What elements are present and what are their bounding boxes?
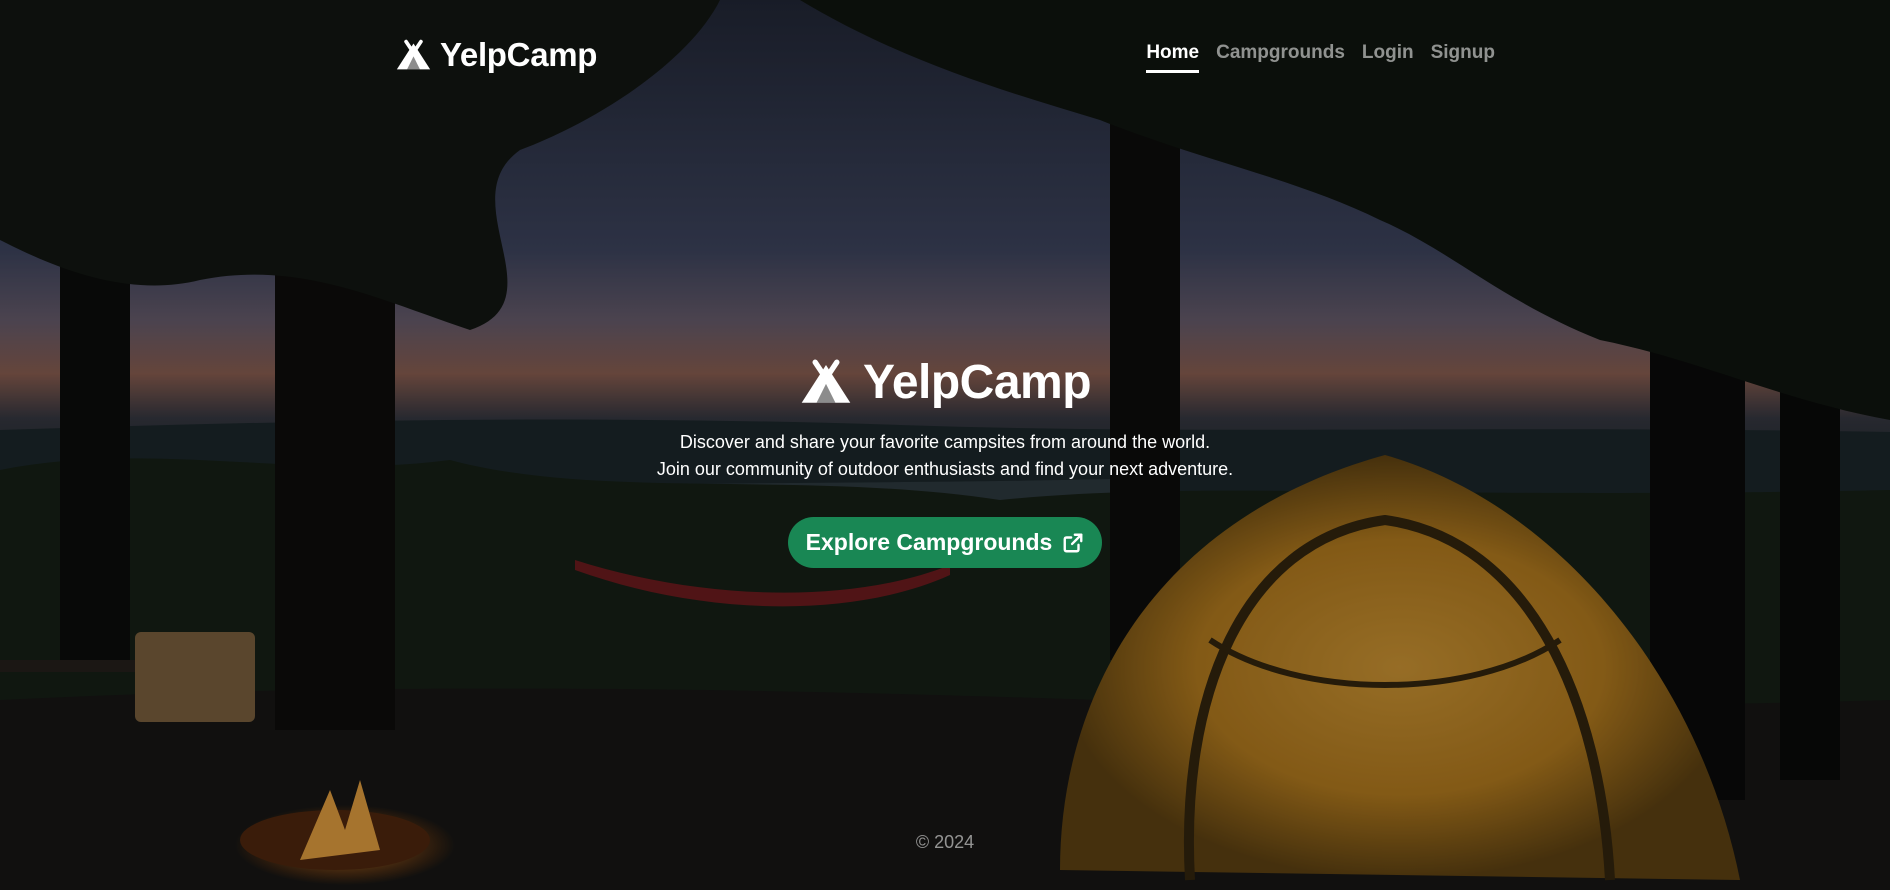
hero-section: YelpCamp Discover and share your favorit…: [0, 355, 1890, 568]
footer: © 2024: [0, 832, 1890, 853]
external-link-icon: [1063, 533, 1083, 552]
top-navbar: YelpCamp Home Campgrounds Login Signup: [0, 0, 1890, 110]
nav-login-link[interactable]: Login: [1362, 42, 1414, 73]
hero-line-2: Join our community of outdoor enthusiast…: [656, 459, 1234, 479]
nav-signup-link[interactable]: Signup: [1431, 42, 1495, 73]
nav-campgrounds-link[interactable]: Campgrounds: [1216, 42, 1345, 73]
hero-line-1: Discover and share your favorite campsit…: [679, 432, 1211, 452]
explore-campgrounds-button[interactable]: Explore Campgrounds: [787, 517, 1103, 568]
cta-label: Explore Campgrounds: [805, 529, 1053, 555]
nav-home-link[interactable]: Home: [1146, 42, 1200, 73]
hero-description: Discover and share your favorite campsit…: [0, 429, 1890, 483]
brand-link[interactable]: YelpCamp: [395, 36, 597, 74]
hero-brand: YelpCamp: [799, 355, 1092, 410]
campground-icon: [801, 359, 851, 403]
brand-name: YelpCamp: [440, 36, 598, 73]
nav-links: Home Campgrounds Login Signup: [1146, 42, 1495, 73]
hero-title: YelpCamp: [862, 356, 1092, 409]
copyright-text: © 2024: [915, 832, 975, 852]
campground-icon: [396, 39, 431, 69]
